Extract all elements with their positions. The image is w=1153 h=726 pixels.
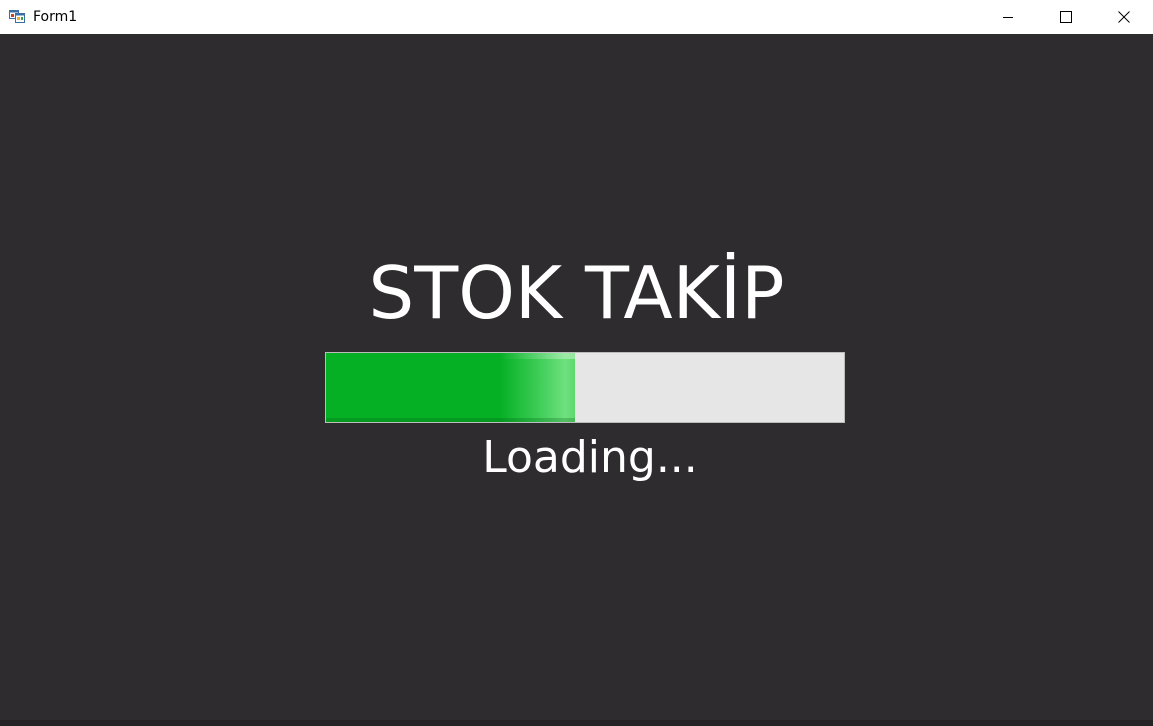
minimize-icon bbox=[1002, 8, 1014, 27]
minimize-button[interactable] bbox=[979, 0, 1037, 34]
app-icon bbox=[9, 8, 25, 24]
close-icon bbox=[1118, 8, 1130, 27]
loading-progress-bar bbox=[325, 352, 845, 423]
progress-fill bbox=[326, 353, 575, 422]
maximize-icon bbox=[1060, 8, 1072, 27]
app-title: STOK TAKİP bbox=[368, 251, 785, 335]
splash-content: STOK TAKİP Loading... bbox=[0, 34, 1153, 720]
title-bar[interactable]: Form1 bbox=[0, 0, 1153, 34]
window-title: Form1 bbox=[33, 9, 78, 25]
loading-label: Loading... bbox=[482, 432, 698, 483]
app-window: Form1 STOK TAKİP Loading... bbox=[0, 0, 1153, 726]
maximize-button[interactable] bbox=[1037, 0, 1095, 34]
window-bottom-edge bbox=[0, 720, 1153, 726]
close-button[interactable] bbox=[1095, 0, 1153, 34]
